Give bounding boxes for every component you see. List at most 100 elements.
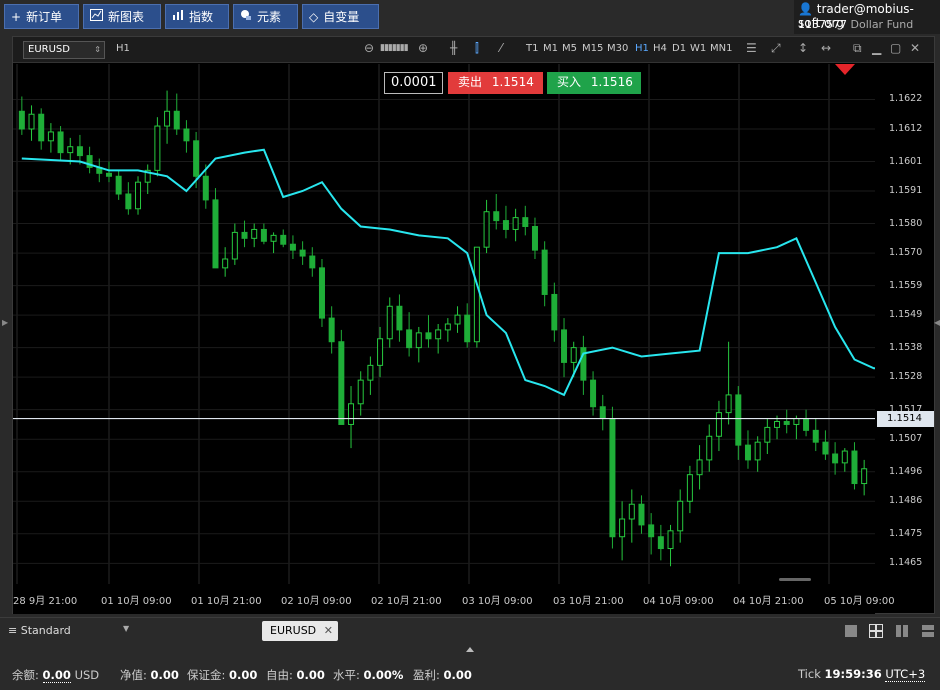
horizontal-line-icon[interactable]: ↔ [821,41,831,55]
vertical-line-icon[interactable]: ↕ [798,41,808,55]
timeframe-mn1[interactable]: MN1 [710,43,732,54]
timezone[interactable]: UTC+3 [885,667,926,682]
candle-body [454,314,461,325]
zoom-out-icon[interactable]: ⊖ [364,41,374,55]
tab-eurusd[interactable]: EURUSD ✕ [262,621,338,641]
elements-label: 元素 [257,10,282,24]
left-panel-handle-icon[interactable]: ▶ [2,318,8,327]
timeframe-m5[interactable]: M5 [562,43,577,54]
line-style-icon[interactable]: ⁄ [500,41,502,55]
maximize-icon[interactable]: ▢ [890,41,901,55]
indicators-button[interactable]: 指数 [165,4,229,29]
candle-body [270,234,277,242]
timeframe-m30[interactable]: M30 [607,43,628,54]
zoom-slider[interactable]: ▮▮▮▮▮▮▮ [380,43,409,53]
currency: USD [74,668,100,682]
indicators-label: 指数 [189,10,214,24]
balance-value[interactable]: 0.00 [42,668,71,683]
x-tick-label: 01 10月 09:00 [101,596,172,607]
candle-body [406,329,413,349]
candle-body [386,305,393,340]
candle-body [193,140,200,177]
alert-marker-icon[interactable] [835,64,855,75]
new-order-label: 新订单 [26,10,63,24]
workspace-select[interactable]: ≡ Standard ▼ [8,624,129,637]
timeframe-m15[interactable]: M15 [582,43,603,54]
balance-label: 余额: [12,668,39,682]
bar-style-icon[interactable]: ╫ [450,41,457,55]
bar-chart-icon [172,9,184,24]
detach-icon[interactable]: ⧉ [853,41,862,56]
candle-style-icon[interactable]: ⫿ [475,41,479,56]
new-chart-label: 新图表 [108,10,145,24]
x-tick-label: 02 10月 09:00 [281,596,352,607]
timeframe-t1[interactable]: T1 [526,43,538,54]
zoom-in-icon[interactable]: ⊕ [418,41,428,55]
sell-button[interactable]: 卖出 1.1514 [448,72,543,94]
layout-rows-icon[interactable] [921,624,935,638]
candle-body [76,146,83,157]
new-order-button[interactable]: + 新订单 [4,4,79,29]
profit-status: 盈利: 0.00 [413,667,472,683]
layout-grid-icon[interactable] [869,624,883,638]
account-panel[interactable]: 👤 trader@mobius-soft.org 1137577 Dollar … [794,0,940,34]
trendline-icon[interactable]: ⤢ [771,41,781,56]
account-id: 1137577 [798,18,847,31]
timeframe-d1[interactable]: D1 [672,43,686,54]
candle-body [590,379,597,408]
y-tick-label: 1.1465 [889,557,923,569]
candle-body [415,332,422,349]
expand-panel-icon[interactable] [466,647,474,652]
elements-button[interactable]: 元素 [233,4,298,29]
candle-body [328,317,335,343]
minimize-icon[interactable]: ▁ [872,41,881,55]
timeframe-h4[interactable]: H4 [653,43,667,54]
close-icon[interactable]: ✕ [910,41,920,55]
main-toolbar: + 新订单 新图表 指数 元素 ◇ 自变量 👤 trader@mobius-so… [0,0,940,34]
new-chart-button[interactable]: 新图表 [83,4,161,29]
candle-body [783,421,790,425]
candle-body [822,441,829,455]
timeframe-w1[interactable]: W1 [690,43,706,54]
variables-button[interactable]: ◇ 自变量 [302,4,379,29]
margin-value: 0.00 [229,668,258,682]
x-tick-label: 01 10月 21:00 [191,596,262,607]
candle-body [628,503,635,520]
candle-body [502,220,509,230]
candle-body [715,412,722,437]
symbol-select[interactable]: EURUSD ⇕ [23,41,105,59]
lot-size-input[interactable]: 0.0001 [384,72,443,94]
y-tick-label: 1.1528 [889,371,923,383]
candle-body [619,518,626,538]
indicator-list-icon[interactable]: ☰ [746,41,757,55]
candle-body [435,329,442,340]
candle-body [531,226,538,251]
candle-body [280,234,287,245]
candle-body [832,453,839,464]
level-label: 水平: [333,668,360,682]
candle-body [570,347,577,363]
timeframe-h1[interactable]: H1 [635,43,649,54]
workspace-name: Standard [20,624,71,637]
candle-body [67,146,74,154]
price-plot[interactable] [13,64,875,584]
layout-single-icon[interactable] [844,624,858,638]
right-panel-handle-icon[interactable]: ◀ [934,318,940,327]
y-tick-label: 1.1580 [889,217,923,229]
buy-button[interactable]: 买入 1.1516 [547,72,641,94]
timeframe-m1[interactable]: M1 [543,43,558,54]
y-tick-label: 1.1570 [889,247,923,259]
y-tick-label: 1.1475 [889,527,923,539]
candle-body [289,243,296,251]
candle-body [599,406,606,420]
candle-body [164,110,171,127]
tick-label: Tick [798,667,821,681]
price-axis: 1.1622 1.1612 1.1601 1.1591 1.1580 1.1570 1.15… [875,64,934,584]
layout-columns-icon[interactable] [895,624,909,638]
x-tick-label: 03 10月 21:00 [553,596,624,607]
variables-label: 自变量 [323,10,360,24]
candle-body [260,228,267,242]
candle-body [551,293,558,331]
candle-body [609,418,616,538]
tab-close-icon[interactable]: ✕ [324,621,333,641]
